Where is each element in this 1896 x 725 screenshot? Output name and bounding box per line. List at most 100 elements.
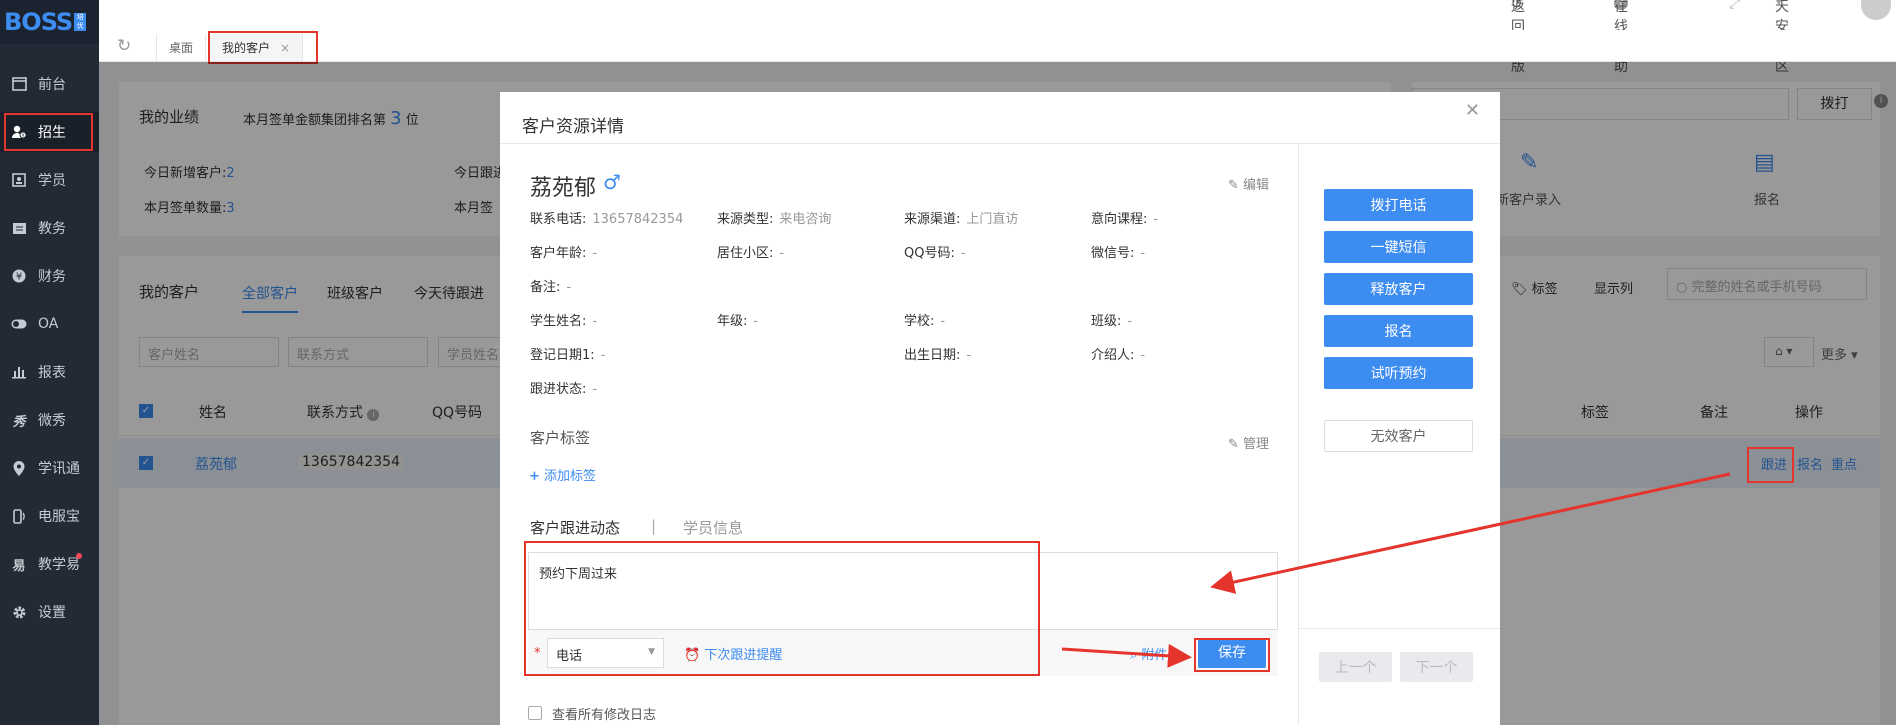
nav-item-settings[interactable]: 设置 — [0, 592, 99, 632]
male-icon: ♂ — [603, 170, 621, 194]
avatar[interactable] — [1861, 0, 1891, 20]
field-birth-date: 出生日期: - — [904, 344, 971, 363]
edu-icon: 易 — [12, 558, 26, 574]
field-source-channel: 来源渠道: 上门直访 — [904, 208, 1018, 227]
paperclip-icon: ⌕ — [1130, 648, 1138, 663]
book-icon — [10, 219, 28, 237]
nav-label: 教学易 — [38, 557, 80, 573]
manage-tags-link[interactable]: ✎ 管理 — [1228, 433, 1269, 452]
caret-down-icon: ▼ — [1775, 0, 1783, 7]
monitor-icon — [10, 75, 28, 93]
field-register-date: 登记日期1: - — [530, 344, 605, 363]
field-followup-status: 跟进状态: - — [530, 378, 597, 397]
field-value: - — [592, 246, 598, 261]
call-button[interactable]: 拨打电话 — [1324, 189, 1473, 221]
tags-section-title: 客户标签 — [530, 429, 591, 447]
close-icon[interactable]: ✕ — [1465, 100, 1480, 121]
field-label: 年级: — [717, 314, 748, 329]
field-value: - — [779, 246, 785, 261]
nav-item-reports[interactable]: 报表 — [0, 352, 99, 392]
nav-item-academic[interactable]: 教务 — [0, 208, 99, 248]
nav-label: 报表 — [38, 365, 66, 381]
field-value: - — [592, 382, 598, 397]
field-intended-course: 意向课程: - — [1091, 208, 1158, 227]
refresh-icon[interactable]: ↻ — [117, 36, 131, 56]
release-customer-button[interactable]: 释放客户 — [1324, 273, 1473, 305]
field-value: - — [592, 314, 598, 329]
tab-highlight-box — [208, 31, 318, 64]
field-label: 联系电话: — [530, 212, 587, 227]
tab-separator: | — [651, 517, 657, 535]
add-tag-label: 添加标签 — [544, 469, 597, 484]
edit-icon: ✎ — [1228, 178, 1239, 193]
log-checkbox-label: 查看所有修改日志 — [552, 708, 657, 723]
field-value: - — [940, 314, 946, 329]
next-button[interactable]: 下一个 — [1400, 652, 1473, 682]
nav-label: 电服宝 — [38, 509, 80, 525]
field-value: - — [1153, 212, 1159, 227]
nav-item-frontdesk[interactable]: 前台 — [0, 64, 99, 104]
sidebar: BOSS 培优 前台 招生 学员 教务 ¥ 财务 OA 报表 秀 微秀 学讯通 … — [0, 0, 99, 725]
attach-label: 附件 — [1141, 648, 1168, 663]
field-value: 上门直访 — [966, 212, 1019, 227]
tab-desktop[interactable]: 桌面 — [156, 34, 207, 61]
fullscreen-icon[interactable]: ⤢ — [1729, 0, 1740, 12]
field-label: 来源渠道: — [904, 212, 961, 227]
field-community: 居住小区: - — [717, 242, 784, 261]
prev-button[interactable]: 上一个 — [1319, 652, 1392, 682]
field-value: - — [600, 348, 606, 363]
tab-label: 桌面 — [169, 41, 194, 55]
gear-icon — [10, 603, 28, 621]
nav-label: 财务 — [38, 269, 66, 285]
nav-item-jiaoxueyi[interactable]: 易 教学易 — [0, 544, 99, 584]
student-card-icon — [10, 171, 28, 189]
top-bar: ↺ 返回旧版 ? 在线帮助 ▼ ⤢ 天安校区 ▼ — [99, 0, 1896, 75]
field-label: 客户年龄: — [530, 246, 587, 261]
add-tag-link[interactable]: + 添加标签 — [529, 465, 596, 484]
svg-text:¥: ¥ — [16, 272, 22, 283]
register-button[interactable]: 报名 — [1324, 315, 1473, 347]
nav-item-weixiu[interactable]: 秀 微秀 — [0, 400, 99, 440]
logo[interactable]: BOSS 培优 — [0, 0, 99, 44]
field-school: 学校: - — [904, 310, 945, 329]
field-value: - — [1127, 314, 1133, 329]
log-checkbox[interactable] — [528, 706, 542, 720]
nav-highlight-box — [4, 113, 93, 151]
bar-chart-icon — [10, 363, 28, 381]
field-age: 客户年龄: - — [530, 242, 597, 261]
field-label: 备注: — [530, 280, 561, 295]
invalid-customer-button[interactable]: 无效客户 — [1324, 420, 1473, 452]
field-value: - — [960, 246, 966, 261]
nav-item-xuexuntong[interactable]: 学讯通 — [0, 448, 99, 488]
field-label: 登记日期1: — [530, 348, 595, 363]
logo-text: BOSS — [4, 8, 73, 36]
field-phone: 联系电话: 13657842354 — [530, 208, 683, 227]
nav-label: 前台 — [38, 77, 66, 93]
field-source-type: 来源类型: 来电咨询 — [717, 208, 831, 227]
field-label: 跟进状态: — [530, 382, 587, 397]
field-label: 出生日期: — [904, 348, 961, 363]
nav-label: 学员 — [38, 173, 66, 189]
nav-item-students[interactable]: 学员 — [0, 160, 99, 200]
notification-dot — [76, 553, 82, 559]
field-value: - — [966, 348, 972, 363]
field-grade: 年级: - — [717, 310, 758, 329]
field-label: QQ号码: — [904, 246, 955, 261]
caret-down-icon: ▼ — [1614, 0, 1622, 7]
attachment-link[interactable]: ⌕ 附件 — [1130, 644, 1167, 663]
nav-item-oa[interactable]: OA — [0, 304, 99, 344]
tab-student-info[interactable]: 学员信息 — [683, 517, 743, 538]
field-class: 班级: - — [1091, 310, 1132, 329]
nav-item-dianfubao[interactable]: 电服宝 — [0, 496, 99, 536]
customer-name: 荔苑郁 — [530, 176, 597, 201]
followup-action-highlight-box — [1747, 447, 1794, 483]
edit-link[interactable]: ✎ 编辑 — [1228, 174, 1269, 193]
field-value: 来电咨询 — [779, 212, 832, 227]
nav-label: 微秀 — [38, 413, 66, 429]
field-label: 意向课程: — [1091, 212, 1148, 227]
field-qq: QQ号码: - — [904, 242, 966, 261]
nav-item-finance[interactable]: ¥ 财务 — [0, 256, 99, 296]
trial-booking-button[interactable]: 试听预约 — [1324, 357, 1473, 389]
sms-button[interactable]: 一键短信 — [1324, 231, 1473, 263]
tab-followup-log[interactable]: 客户跟进动态 — [530, 517, 620, 538]
